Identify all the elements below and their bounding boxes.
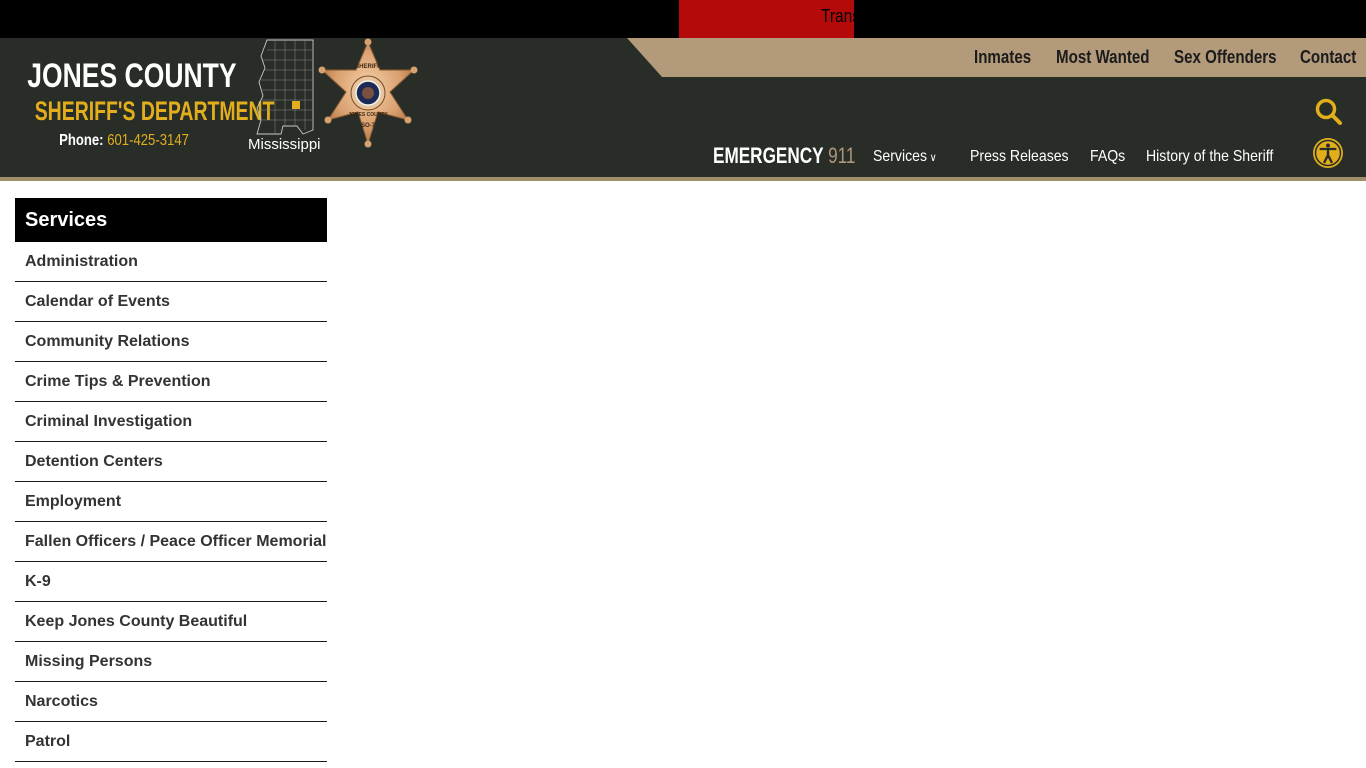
nav-sex-offenders[interactable]: Sex Offenders bbox=[1174, 38, 1277, 77]
svg-text:JONES COUNTY: JONES COUNTY bbox=[348, 112, 388, 118]
nav-faqs[interactable]: FAQs bbox=[1090, 148, 1125, 166]
nav-contact[interactable]: Contact bbox=[1300, 38, 1356, 77]
sidebar-item-crime-tips-prevention[interactable]: Crime Tips & Prevention bbox=[15, 362, 327, 402]
emergency-number: 911 bbox=[828, 143, 856, 168]
svg-text:SO-7: SO-7 bbox=[361, 123, 376, 129]
sidebar-item-keep-jones-county-beautiful[interactable]: Keep Jones County Beautiful bbox=[15, 602, 327, 642]
emergency-911[interactable]: EMERGENCY 911 bbox=[713, 143, 855, 169]
services-sidebar: Services Administration Calendar of Even… bbox=[15, 198, 327, 762]
translate-label: Translate bbox=[821, 6, 886, 26]
nav-services-label: Services bbox=[873, 148, 927, 165]
sidebar-item-calendar-of-events[interactable]: Calendar of Events bbox=[15, 282, 327, 322]
header-border bbox=[0, 177, 1366, 181]
brand-title-line2[interactable]: SHERIFF'S DEPARTMENT bbox=[35, 96, 275, 127]
phone-label: Phone: bbox=[59, 132, 104, 149]
sidebar-title: Services bbox=[15, 198, 327, 242]
state-label: Mississippi bbox=[248, 136, 321, 153]
brand-title-line1[interactable]: JONES COUNTY bbox=[27, 57, 236, 96]
sidebar-item-missing-persons[interactable]: Missing Persons bbox=[15, 642, 327, 682]
chevron-down-icon: ∨ bbox=[929, 152, 937, 164]
nav-services[interactable]: Services ∨ bbox=[873, 148, 937, 166]
search-icon[interactable] bbox=[1314, 97, 1344, 127]
sidebar-item-criminal-investigation[interactable]: Criminal Investigation bbox=[15, 402, 327, 442]
nav-inmates[interactable]: Inmates bbox=[974, 38, 1031, 77]
sidebar-item-community-relations[interactable]: Community Relations bbox=[15, 322, 327, 362]
mississippi-map-icon bbox=[256, 39, 314, 135]
sidebar-item-administration[interactable]: Administration bbox=[15, 242, 327, 282]
phone-number[interactable]: 601-425-3147 bbox=[107, 132, 189, 149]
sidebar-item-patrol[interactable]: Patrol bbox=[15, 722, 327, 762]
nav-most-wanted[interactable]: Most Wanted bbox=[1056, 38, 1150, 77]
sheriff-badge-logo[interactable]: SHERIFF JONES COUNTY SO-7 bbox=[318, 38, 418, 150]
sidebar-item-k9[interactable]: K-9 bbox=[15, 562, 327, 602]
nav-press-releases[interactable]: Press Releases bbox=[970, 148, 1069, 166]
emergency-label: EMERGENCY bbox=[713, 143, 824, 168]
accessibility-icon[interactable] bbox=[1312, 137, 1344, 169]
sidebar-item-detention-centers[interactable]: Detention Centers bbox=[15, 442, 327, 482]
nav-history-of-sheriff[interactable]: History of the Sheriff bbox=[1146, 148, 1273, 166]
phone-info: Phone: 601-425-3147 bbox=[22, 132, 225, 150]
sidebar-item-fallen-officers[interactable]: Fallen Officers / Peace Officer Memorial bbox=[15, 522, 327, 562]
sidebar-item-narcotics[interactable]: Narcotics bbox=[15, 682, 327, 722]
svg-text:SHERIFF: SHERIFF bbox=[355, 64, 381, 70]
sidebar-item-employment[interactable]: Employment bbox=[15, 482, 327, 522]
